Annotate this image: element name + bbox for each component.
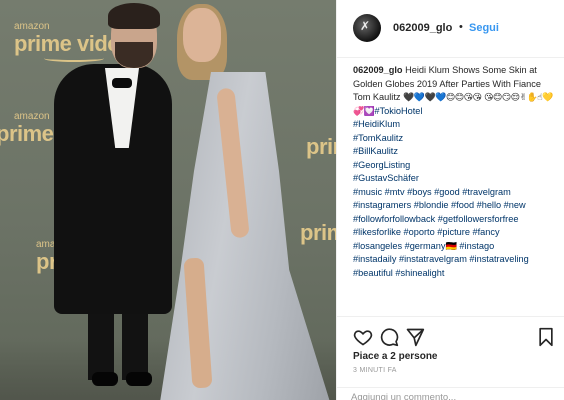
bookmark-icon[interactable]	[536, 327, 556, 347]
hashtag-link[interactable]: #TokioHotel	[374, 106, 422, 116]
comment-input[interactable]	[351, 392, 551, 400]
caption-username[interactable]: 062009_glo	[353, 65, 403, 75]
hashtag-link[interactable]: #GustavSchäfer	[353, 172, 558, 186]
follow-button[interactable]: Segui	[469, 22, 499, 34]
brand-logo-left: amazon prime	[0, 111, 54, 146]
separator-dot: •	[459, 21, 463, 33]
post-timestamp[interactable]: 3 MINUTI FA	[353, 367, 397, 374]
hashtag-link[interactable]: #beautiful #shinealight	[353, 267, 558, 281]
caption-emojis: 🖤💙🖤💙😊😊😘😘	[403, 92, 482, 102]
post-caption: 062009_glo Heidi Klum Shows Some Skin at…	[353, 64, 558, 280]
post-photo[interactable]: amazon prime video amazon prime amazon p…	[0, 0, 336, 400]
username-link[interactable]: 062009_glo	[393, 22, 452, 34]
comment-icon[interactable]	[379, 327, 399, 347]
brand-logo-right-4: prime	[300, 220, 336, 245]
add-comment-bar	[337, 387, 564, 400]
heart-icon[interactable]	[353, 327, 373, 347]
brand-logo-right-3: prime	[306, 134, 336, 159]
post-sidebar: ✗ 062009_glo • Segui 062009_glo Heidi Kl…	[336, 0, 564, 400]
hashtag-link[interactable]: #BillKaulitz	[353, 145, 558, 159]
hashtag-link[interactable]: #TomKaulitz	[353, 132, 558, 146]
hashtag-link[interactable]: #music #mtv #boys #good #travelgram	[353, 186, 558, 200]
hashtag-link[interactable]: #losangeles #germany🇩🇪 #instago	[353, 240, 558, 254]
likes-count[interactable]: Piace a 2 persone	[353, 351, 438, 362]
hashtag-link[interactable]: #followforfollowback #getfollowersforfre…	[353, 213, 558, 227]
hashtag-link[interactable]: #likesforlike #oporto #picture #fancy	[353, 226, 558, 240]
share-icon[interactable]	[405, 327, 425, 347]
hashtag-link[interactable]: #instagramers #blondie #food #hello #new	[353, 199, 558, 213]
avatar[interactable]: ✗	[353, 14, 381, 42]
hashtag-link[interactable]: #GeorgListing	[353, 159, 558, 173]
post-actions: Piace a 2 persone 3 MINUTI FA	[337, 316, 564, 400]
hashtag-link[interactable]: #instadaily #instatravelgram #instatrave…	[353, 253, 558, 267]
post-header: ✗ 062009_glo • Segui	[337, 0, 564, 58]
hashtag-link[interactable]: #HeidiKlum	[353, 118, 558, 132]
